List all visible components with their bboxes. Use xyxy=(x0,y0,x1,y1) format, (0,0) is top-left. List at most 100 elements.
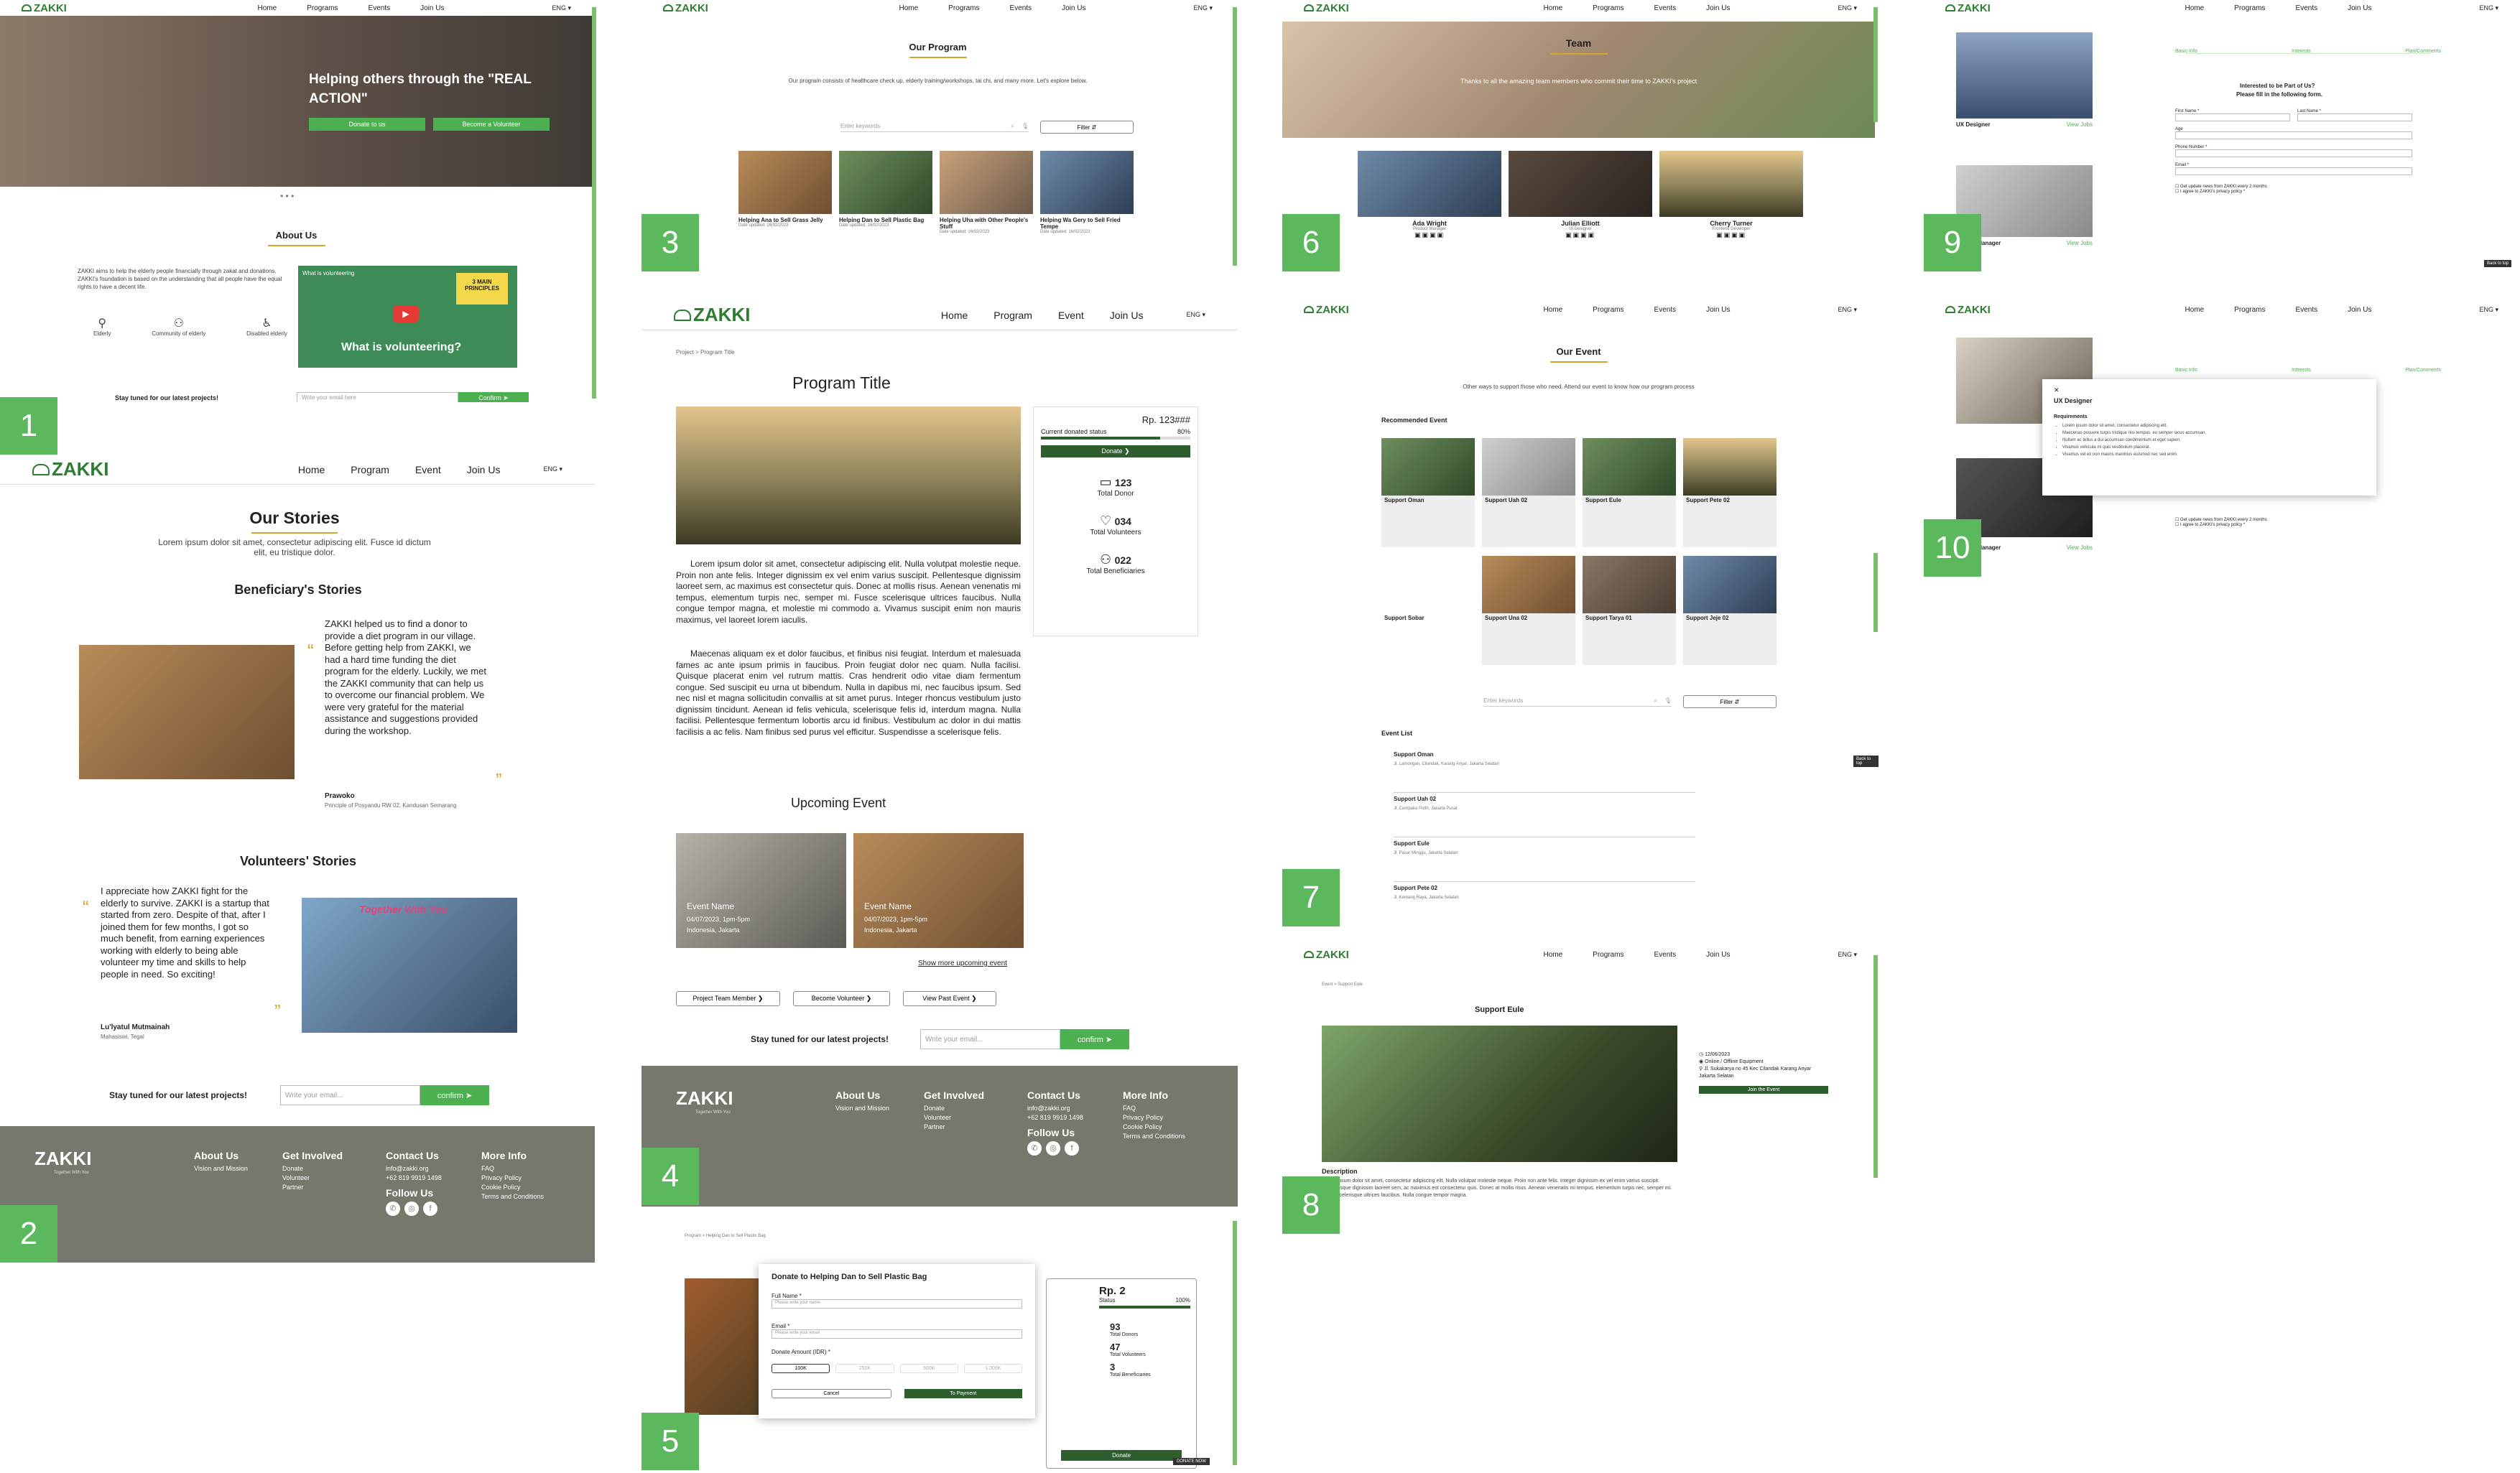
close-icon[interactable]: ✕ xyxy=(2054,386,2365,394)
nav-programs[interactable]: Programs xyxy=(1593,306,1623,314)
policy-checkbox[interactable]: ☐ I agree to ZAKKI's privacy policy * xyxy=(2175,522,2267,527)
member-card[interactable]: Ada Wright Product Manager ▣▣▣▣ xyxy=(1358,151,1501,239)
event-card[interactable]: Support Jeje 02 xyxy=(1683,556,1776,665)
to-payment-button[interactable]: To Payment xyxy=(904,1389,1022,1398)
nav-event[interactable]: Event xyxy=(415,464,441,475)
last-name-input[interactable] xyxy=(2297,113,2412,121)
event-card[interactable]: Support Pete 02 xyxy=(1683,438,1776,547)
filter-button[interactable]: Filter ⇵ xyxy=(1040,121,1134,134)
step-3[interactable]: Plan/Comments xyxy=(2405,368,2441,373)
breadcrumb[interactable]: Event > Support Eule xyxy=(1322,982,1363,987)
zakki-logo[interactable]: ZAKKI xyxy=(1304,2,1349,14)
event-card[interactable]: Support Sobar xyxy=(1381,556,1475,665)
nav-join[interactable]: Join Us xyxy=(420,4,444,12)
nav-events[interactable]: Events xyxy=(369,4,391,12)
amount-option[interactable]: 500K xyxy=(899,1364,958,1373)
member-card[interactable]: Cherry Turner Frontend Developer ▣▣▣▣ xyxy=(1659,151,1803,239)
nav-programs[interactable]: Programs xyxy=(307,4,338,12)
program-card[interactable]: Helping Wa Gery to Sell Fried Tempe Date … xyxy=(1040,151,1134,234)
email-input[interactable]: Write your email here xyxy=(297,392,458,402)
become-volunteer-button[interactable]: Become Volunteer ❯ xyxy=(793,991,890,1006)
nav-programs[interactable]: Programs xyxy=(1593,951,1623,959)
confirm-button[interactable]: confirm ➤ xyxy=(420,1085,489,1105)
mic-icon[interactable]: 🎙 xyxy=(1022,123,1029,129)
nav-join[interactable]: Join Us xyxy=(467,464,501,475)
amount-option[interactable]: 100K xyxy=(772,1364,830,1373)
social-icons[interactable]: ▣▣▣▣ xyxy=(1659,231,1803,239)
nav-home[interactable]: Home xyxy=(257,4,277,12)
nav-join[interactable]: Join Us xyxy=(2348,4,2371,12)
nav-home[interactable]: Home xyxy=(1543,306,1562,314)
language-select[interactable]: ENG ▾ xyxy=(543,465,562,473)
event-card[interactable]: Event Name 04/07/2023, 1pm-5pm Indonesia… xyxy=(676,833,846,948)
whatsapp-icon[interactable]: ✆ xyxy=(1027,1141,1042,1156)
program-card[interactable]: Helping Dan to Sell Plastic Bag Date upda… xyxy=(839,151,932,234)
nav-home[interactable]: Home xyxy=(2185,4,2204,12)
language-select[interactable]: ENG ▾ xyxy=(552,4,571,12)
carousel-dots[interactable]: • • • xyxy=(280,191,294,201)
social-icons[interactable]: ▣▣▣▣ xyxy=(1358,231,1501,239)
list-item[interactable]: Support Eule Jl. Pasar Minggu, Jakarta Se… xyxy=(1394,840,1695,882)
language-select[interactable]: ENG ▾ xyxy=(1838,4,1857,12)
nav-events[interactable]: Events xyxy=(1654,951,1677,959)
member-card[interactable]: Julian Elliott UI Designer ▣▣▣▣ xyxy=(1509,151,1652,239)
back-to-top-chip[interactable]: Back to top xyxy=(1853,756,1879,767)
nav-programs[interactable]: Programs xyxy=(948,4,979,12)
volunteer-button[interactable]: Become a Volunteer xyxy=(433,118,550,131)
email-input[interactable]: Write your email... xyxy=(920,1029,1060,1049)
nav-join[interactable]: Join Us xyxy=(1706,951,1730,959)
first-name-input[interactable] xyxy=(2175,113,2290,121)
step-2[interactable]: Interests xyxy=(2292,368,2311,373)
amount-option[interactable]: 1.000K xyxy=(963,1364,1022,1373)
team-member-button[interactable]: Project Team Member ❯ xyxy=(676,991,780,1006)
zakki-logo[interactable]: ZAKKI xyxy=(1945,2,1991,14)
nav-home[interactable]: Home xyxy=(941,310,968,321)
step-1[interactable]: Basic Info xyxy=(2175,368,2197,373)
language-select[interactable]: ENG ▾ xyxy=(1186,311,1205,319)
join-event-button[interactable]: Join the Event xyxy=(1699,1086,1828,1094)
filter-button[interactable]: Filter ⇵ xyxy=(1683,695,1776,708)
facebook-icon[interactable]: f xyxy=(423,1202,437,1216)
nav-home[interactable]: Home xyxy=(1543,4,1562,12)
mic-icon[interactable]: 🎙 xyxy=(1664,697,1672,704)
zakki-logo[interactable]: ZAKKI xyxy=(663,2,708,14)
nav-program[interactable]: Program xyxy=(993,310,1032,321)
event-card[interactable]: Event Name 04/07/2023, 1pm-5pm Indonesia… xyxy=(853,833,1024,948)
facebook-icon[interactable]: f xyxy=(1065,1141,1079,1156)
nav-events[interactable]: Events xyxy=(2296,4,2318,12)
language-select[interactable]: ENG ▾ xyxy=(2479,4,2498,12)
event-card[interactable]: Support Uah 02 xyxy=(1482,438,1575,547)
nav-events[interactable]: Events xyxy=(2296,306,2318,314)
confirm-button[interactable]: Confirm ➤ xyxy=(458,392,529,402)
zakki-logo[interactable]: ZAKKI xyxy=(22,2,67,14)
list-item[interactable]: Support Pete 02 Jl. Kemang Raya, Jakarta … xyxy=(1394,885,1695,926)
past-event-button[interactable]: View Past Event ❯ xyxy=(903,991,996,1006)
search-input[interactable]: Enter keywords xyxy=(1483,697,1654,704)
social-icons[interactable]: ▣▣▣▣ xyxy=(1509,231,1652,239)
job-card[interactable]: UX Designer View Jobs xyxy=(1956,32,2093,140)
event-card[interactable]: Support Oman xyxy=(1381,438,1475,547)
donate-button[interactable]: Donate to us xyxy=(309,118,425,131)
whatsapp-icon[interactable]: ✆ xyxy=(386,1202,400,1216)
nav-join[interactable]: Join Us xyxy=(1706,306,1730,314)
show-more-link[interactable]: Show more upcoming event xyxy=(918,959,1007,967)
nav-event[interactable]: Event xyxy=(1058,310,1084,321)
event-card[interactable]: Support Tarya 01 xyxy=(1583,556,1676,665)
email-input[interactable] xyxy=(2175,167,2412,175)
event-card[interactable]: Support Eule xyxy=(1583,438,1676,547)
email-input[interactable]: Write your email... xyxy=(280,1085,420,1105)
policy-checkbox[interactable]: ☐ I agree to ZAKKI's privacy policy * xyxy=(2175,189,2412,194)
age-input[interactable] xyxy=(2175,131,2412,139)
instagram-icon[interactable]: ◎ xyxy=(1046,1141,1060,1156)
nav-home[interactable]: Home xyxy=(298,464,325,475)
cancel-button[interactable]: Cancel xyxy=(772,1389,891,1398)
phone-input[interactable] xyxy=(2175,149,2412,157)
nav-join[interactable]: Join Us xyxy=(1706,4,1730,12)
nav-join[interactable]: Join Us xyxy=(1110,310,1144,321)
instagram-icon[interactable]: ◎ xyxy=(404,1202,419,1216)
search-icon[interactable]: ⌕ xyxy=(1654,697,1657,705)
language-select[interactable]: ENG ▾ xyxy=(1193,4,1213,12)
nav-join[interactable]: Join Us xyxy=(2348,306,2371,314)
video-player[interactable]: What is volunteering 3 MAIN PRINCIPLES ▶… xyxy=(298,266,517,368)
news-checkbox[interactable]: ☐ Get update news from ZAKKI every 2 mon… xyxy=(2175,517,2267,522)
